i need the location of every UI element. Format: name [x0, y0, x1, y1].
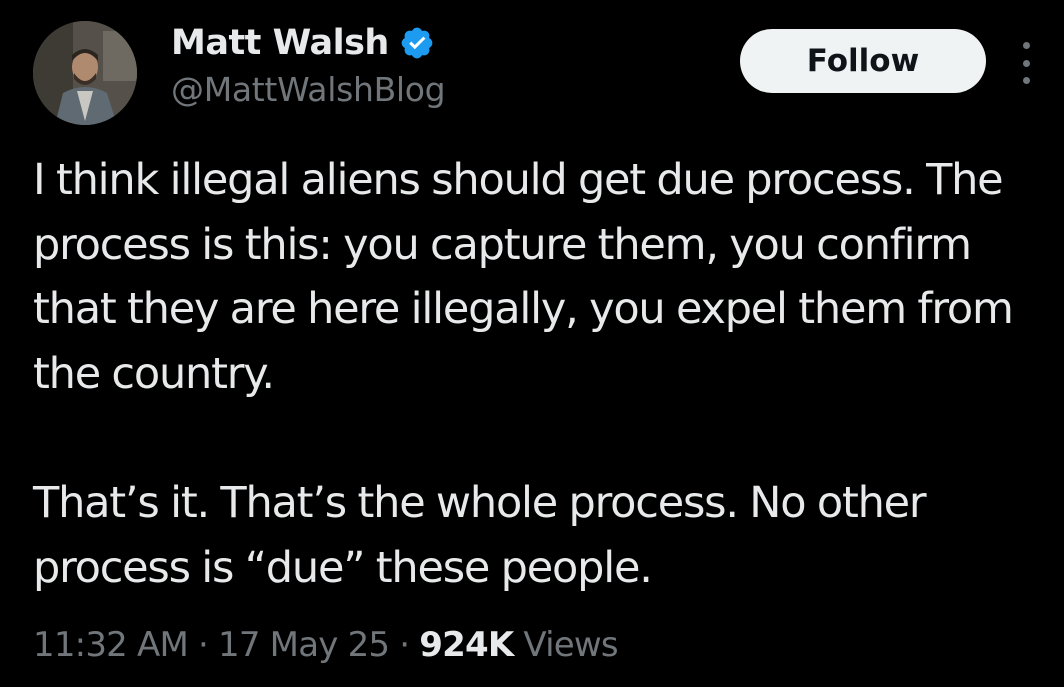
verified-badge-icon[interactable] [399, 25, 435, 61]
tweet-card: Matt Walsh @MattWalshBlog Follow I think… [0, 0, 1064, 687]
more-options-dot [1022, 42, 1030, 49]
more-options-dot [1022, 59, 1030, 67]
author-handle[interactable]: @MattWalshBlog [171, 70, 446, 109]
author-name-row: Matt Walsh [171, 20, 445, 66]
tweet-time[interactable]: 11:32 AM [33, 625, 189, 665]
follow-button[interactable]: Follow [740, 29, 986, 93]
tweet-meta: 11:32 AM · 17 May 25 · 924K Views [33, 620, 619, 670]
more-options-icon[interactable] [1014, 40, 1038, 86]
avatar-image [33, 21, 137, 125]
author-display-name[interactable]: Matt Walsh [171, 23, 389, 63]
tweet-paragraph: I think illegal aliens should get due pr… [33, 155, 1014, 399]
tweet-paragraph: That’s it. That’s the whole process. No … [33, 477, 927, 593]
views-label: Views [523, 625, 618, 665]
tweet-text: I think illegal aliens should get due pr… [33, 148, 1053, 600]
tweet-date[interactable]: 17 May 25 [218, 625, 390, 665]
meta-separator: · [197, 625, 209, 665]
avatar[interactable] [33, 21, 137, 125]
author-block: Matt Walsh @MattWalshBlog [171, 20, 446, 109]
views-count: 924K [419, 625, 514, 665]
meta-separator: · [399, 625, 410, 665]
more-options-dot [1022, 77, 1030, 84]
